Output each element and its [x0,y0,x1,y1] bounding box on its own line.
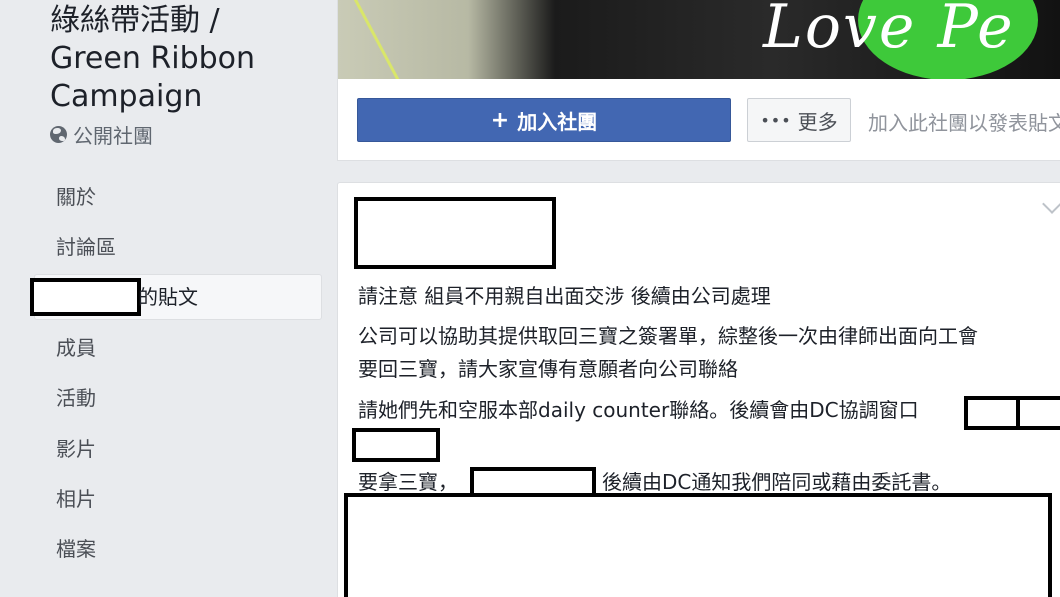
group-title[interactable]: 綠絲帶活動 / Green Ribbon Campaign [50,2,330,116]
group-title-line-3: Campaign [50,79,203,114]
nav-item-photos[interactable]: 相片 [56,479,96,519]
redaction-box [30,278,141,316]
more-dots-icon: ••• [760,110,792,130]
redaction-box-image [344,493,1052,597]
join-hint-text: 加入此社團以發表貼文 [868,111,1060,135]
left-sidebar: 綠絲帶活動 / Green Ribbon Campaign 公開社團 關於 討論… [0,0,338,596]
globe-icon [50,126,67,143]
nav-item-events[interactable]: 活動 [56,378,96,418]
join-group-label: 加入社團 [517,109,598,134]
cover-text: Love Pe [763,0,1015,62]
more-button[interactable]: ••• 更多 [747,98,851,142]
nav-item-files[interactable]: 檔案 [56,529,96,569]
post-text-line-2: 公司可以協助其提供取回三寶之簽署單，綜整後一次由律師出面向工會 [358,324,978,348]
post-card: 請注意 組員不用親自出面交涉 後續由公司處理 公司可以協助其提供取回三寶之簽署單… [337,182,1060,597]
redaction-box [1016,396,1060,430]
group-privacy: 公開社團 [50,120,153,149]
post-text-line-3: 要回三寶，請大家宣傳有意願者向公司聯絡 [358,357,738,381]
nav-item-videos[interactable]: 影片 [56,429,96,469]
post-text-line-1: 請注意 組員不用親自出面交涉 後續由公司處理 [358,284,771,308]
join-group-button[interactable]: + 加入社團 [357,98,731,142]
privacy-label: 公開社團 [73,124,153,148]
redaction-box-author [354,197,556,269]
redaction-box [352,428,440,462]
nav-item-members[interactable]: 成員 [56,328,96,368]
group-header-card: Love Pe + 加入社團 ••• 更多 加入此社團以發表貼文 [337,0,1060,161]
post-text-line-4: 請她們先和空服本部daily counter聯絡。後續會由DC協調窗口 [358,398,919,422]
cover-photo[interactable]: Love Pe [338,0,1060,79]
nav-item-about[interactable]: 關於 [56,177,96,217]
group-title-line-1: 綠絲帶活動 / [50,3,220,38]
more-label: 更多 [797,109,838,134]
cover-strap [352,0,407,79]
plus-icon: + [490,107,510,133]
nav-item-my-posts-label: 的貼文 [138,285,198,309]
nav-item-discussion[interactable]: 討論區 [56,227,116,267]
chevron-down-icon[interactable] [1042,194,1060,214]
group-title-line-2: Green Ribbon [50,41,256,76]
redaction-box [964,396,1022,430]
